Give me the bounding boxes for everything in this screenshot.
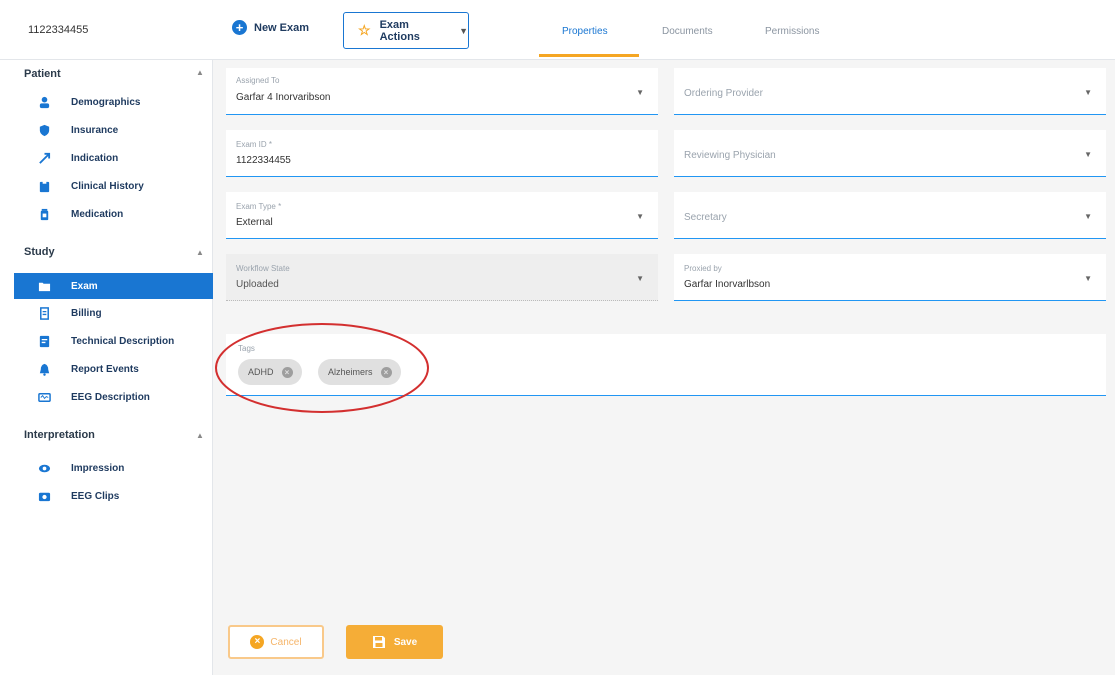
field-value: External [236,217,273,228]
sidebar-item-label: Billing [71,307,102,319]
tab-properties[interactable]: Properties [562,26,608,37]
sidebar-item-report-events[interactable]: Report Events [14,356,213,382]
receipt-icon [40,306,49,320]
cancel-label: Cancel [270,636,302,648]
field-value: Uploaded [236,279,279,290]
medication-icon [40,208,49,220]
field-placeholder: Reviewing Physician [684,150,776,161]
sidebar-item-billing[interactable]: Billing [14,300,213,326]
cancel-button[interactable]: × Cancel [228,625,324,659]
field-label: Workflow State [236,264,290,273]
field-value: Garfar 4 Inorvaribson [236,92,331,103]
arrow-icon [39,152,51,164]
field-value: Garfar Inorvarlbson [684,279,771,290]
sidebar-item-demographics[interactable]: Demographics [14,89,213,115]
dropdown-arrow-icon: ▼ [636,88,644,97]
proxied-by-select[interactable]: Proxied by Garfar Inorvarlbson ▼ [674,254,1106,301]
save-button[interactable]: Save [346,625,443,659]
shield-icon [39,124,50,136]
sidebar-item-exam[interactable]: Exam [14,273,213,299]
sidebar-item-medication[interactable]: Medication [14,201,213,227]
field-placeholder: Secretary [684,212,727,223]
plus-circle-icon: + [232,20,247,35]
tab-documents[interactable]: Documents [662,26,713,37]
dropdown-arrow-icon: ▼ [1084,212,1092,221]
dropdown-arrow-icon: ▼ [636,212,644,221]
dropdown-arrow-icon: ▼ [1084,150,1092,159]
new-exam-button[interactable]: + New Exam [232,20,309,35]
exam-actions-button[interactable]: ☆ Exam Actions ▼ [343,12,469,49]
workflow-state-select: Workflow State Uploaded ▼ [226,254,658,301]
section-study[interactable]: Study [24,246,55,258]
sidebar-item-indication[interactable]: Indication [14,145,213,171]
dropdown-arrow-icon: ▼ [636,274,644,283]
save-label: Save [393,636,418,648]
sidebar-item-eeg-clips[interactable]: EEG Clips [14,483,213,509]
secretary-select[interactable]: Secretary ▼ [674,192,1106,239]
sidebar-item-label: Insurance [71,124,119,136]
sidebar-item-label: Demographics [71,96,141,108]
field-label: Exam ID * [236,140,273,149]
sidebar-item-label: Technical Description [71,335,175,347]
dropdown-arrow-icon: ▼ [1084,88,1092,97]
chevron-up-icon[interactable]: ▲ [196,68,204,77]
field-label: Exam Type * [236,202,282,211]
exam-actions-label: Exam Actions [379,18,420,43]
field-placeholder: Ordering Provider [684,88,763,99]
document-icon [39,335,50,347]
clipboard-icon [39,180,50,192]
person-icon [39,96,50,108]
section-interpretation[interactable]: Interpretation [24,429,95,441]
sidebar-item-eeg-description[interactable]: EEG Description [14,384,213,410]
chevron-down-icon: ▼ [459,25,468,36]
sidebar-item-label: Report Events [71,363,139,375]
new-exam-label: New Exam [254,21,310,34]
sidebar-item-technical-description[interactable]: Technical Description [14,328,213,354]
tab-permissions[interactable]: Permissions [765,26,819,37]
section-patient[interactable]: Patient [24,68,61,80]
field-label: Assigned To [236,76,280,85]
sidebar-item-insurance[interactable]: Insurance [14,117,213,143]
active-tab-indicator [539,54,639,57]
assigned-to-select[interactable]: Assigned To Garfar 4 Inorvaribson ▼ [226,68,658,115]
sidebar-item-label: Medication [71,208,124,220]
annotation-ellipse [215,323,429,413]
sidebar-item-label: Indication [71,152,119,164]
sidebar-item-clinical-history[interactable]: Clinical History [14,173,213,199]
bell-icon [39,363,50,376]
exam-type-select[interactable]: Exam Type * External ▼ [226,192,658,239]
exam-id-field[interactable]: Exam ID * 1122334455 [226,130,658,177]
exam-id-label: 1122334455 [28,24,89,36]
chevron-up-icon[interactable]: ▲ [196,431,204,440]
floppy-disk-icon [372,636,385,648]
sidebar-item-label: Impression [71,462,125,474]
field-label: Proxied by [684,264,722,273]
top-bar: 1122334455 + New Exam ☆ Exam Actions ▼ P… [0,0,1115,60]
sidebar: Patient ▲ Demographics Insurance Indicat… [0,60,213,675]
star-icon: ☆ [358,22,371,38]
sidebar-item-label: Clinical History [71,180,144,192]
monitor-icon [38,392,51,402]
chevron-up-icon[interactable]: ▲ [196,248,204,257]
sidebar-item-label: EEG Clips [71,490,120,502]
cancel-circle-icon: × [250,635,265,649]
sidebar-item-label: EEG Description [71,391,150,403]
eye-icon [38,464,51,472]
dropdown-arrow-icon: ▼ [1084,274,1092,283]
camera-icon [38,492,51,501]
reviewing-physician-select[interactable]: Reviewing Physician ▼ [674,130,1106,177]
folder-icon [38,282,51,291]
field-value: 1122334455 [236,155,291,166]
ordering-provider-select[interactable]: Ordering Provider ▼ [674,68,1106,115]
sidebar-item-impression[interactable]: Impression [14,455,213,481]
sidebar-item-label: Exam [71,280,98,292]
